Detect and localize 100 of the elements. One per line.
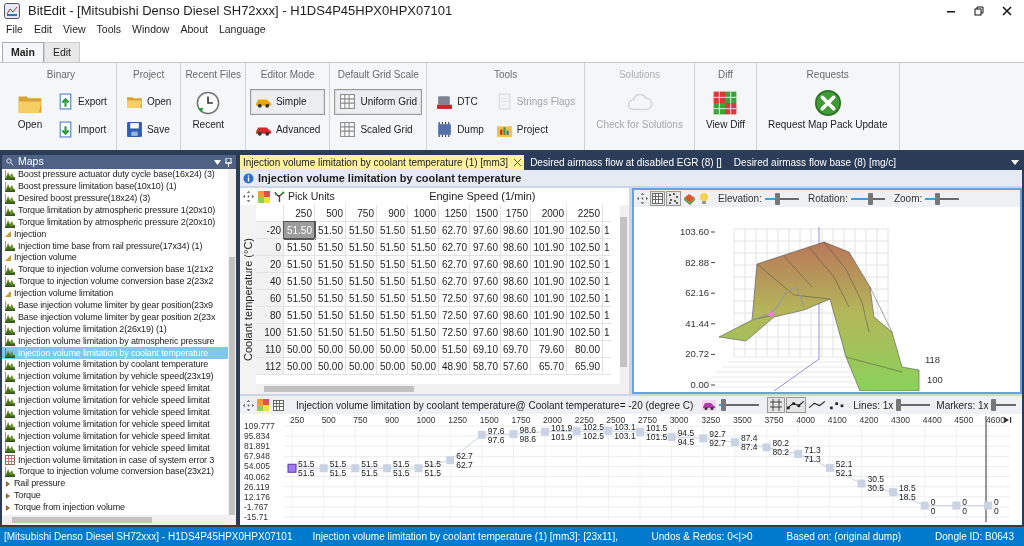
menu-item[interactable]: Language [218,22,266,38]
table-cell[interactable]: 51.50 [315,273,346,290]
ribbon-button[interactable]: Project [490,116,581,143]
table-cell[interactable]: 51.50 [346,239,377,256]
triangle-icon[interactable] [5,255,11,262]
tree-item[interactable]: Torque to injection volume conversion base 2(23x2 [2,276,228,288]
tree-item[interactable]: Injection volume limitation by vehicle speed(23x19) [2,371,228,384]
table-cell[interactable]: 51.50 [408,307,439,324]
triangle-icon[interactable] [5,231,11,238]
table-cell[interactable]: 65.70 [531,358,567,375]
menu-item[interactable]: About [180,22,208,38]
table-cell[interactable]: 50.00 [346,341,377,358]
table-cell[interactable]: 102.50 [567,324,603,341]
line-markers-icon[interactable] [787,398,806,412]
ribbon-button[interactable]: Export [52,88,112,115]
table-cell[interactable]: 101.90 [531,256,567,273]
table-cell[interactable]: 97.60 [470,222,501,239]
table-cell[interactable]: 51.50 [346,324,377,341]
table-cell[interactable]: 102.50 [567,239,603,256]
table-cell[interactable]: 50.00 [408,341,439,358]
tree-item[interactable]: Base injection volume limiter by gear position(23x9 [2,299,228,312]
table-cell[interactable]: 51.50 [315,222,346,239]
table-cell[interactable]: 51.50 [377,324,408,341]
table-cell[interactable]: 51.50 [377,239,408,256]
close-icon[interactable] [514,159,522,166]
tree-item[interactable]: Injection volume [2,252,228,265]
table-cell[interactable]: 97.60 [470,290,501,307]
tree-item[interactable]: Torque limitation by atmospheric pressure 1(20x10) [2,204,228,217]
table-cell[interactable]: 51.50 [284,256,315,273]
move-icon[interactable] [243,399,254,411]
table-cell[interactable]: 48.90 [439,358,470,375]
table-cell[interactable]: 98.60 [501,239,531,256]
table-cell[interactable]: 51.50 [377,222,408,239]
triangle-icon[interactable] [5,481,11,488]
table-cell[interactable]: 97.60 [470,239,501,256]
horizontal-scrollbar[interactable] [2,515,236,525]
table-cell[interactable]: 98.60 [501,324,531,341]
menu-item[interactable]: Window [132,22,170,38]
slider-thumb[interactable] [774,192,780,205]
table-cell[interactable]: 51.50 [284,307,315,324]
tree-item[interactable]: Torque to injection volume conversion base 1(21x2 [2,264,228,276]
vertical-scrollbar[interactable] [620,205,629,394]
tree-item[interactable]: Torque from injection volume [2,501,228,514]
vertical-scrollbar[interactable] [228,169,236,515]
ribbon-tab[interactable]: Edit [43,42,80,62]
tree-item[interactable]: Injection time base from rail pressure(17x34) (1) [2,240,228,253]
tree-item[interactable]: Torque limitation by atmospheric pressure 2(20x10) [2,216,228,229]
tree-item[interactable]: Injection volume limitation by atmospheric pressure [2,335,228,348]
grid-icon[interactable] [651,192,664,205]
tree-item[interactable]: Injection volume limitation in case of system error 3 [2,454,228,467]
table-cell[interactable]: 98.60 [501,273,531,290]
table-cell[interactable]: 102.50 [567,256,603,273]
grid-icon[interactable] [272,398,285,412]
table-cell[interactable]: 80.00 [567,341,603,358]
ribbon-button[interactable]: Recent [185,81,232,150]
tree-item[interactable]: Injection [2,228,228,241]
ribbon-button[interactable]: Simple [249,88,326,115]
tree-item[interactable]: Injection volume limitation for vehicle speed limitat [2,406,228,419]
table-cell[interactable]: 65.90 [567,358,603,375]
table-cell[interactable]: 51.50 [315,239,346,256]
table-cell[interactable]: 50.00 [408,358,439,375]
tree-item[interactable]: Injection volume limitation by coolant temperature [2,359,228,372]
table-cell[interactable]: 50.00 [377,358,408,375]
menu-item[interactable]: View [63,22,86,38]
table-cell[interactable]: 102.50 [567,273,603,290]
car-icon[interactable] [702,399,717,411]
table-cell[interactable]: 62.70 [439,256,470,273]
slider-thumb[interactable] [990,399,996,411]
table-cell[interactable]: 51.50 [346,222,377,239]
table-cell[interactable]: 1 [603,256,611,273]
tree-item[interactable]: Torque [2,490,228,502]
table-cell[interactable]: 51.50 [284,324,315,341]
pick-units-button[interactable]: Pick Units [274,188,335,205]
tree-item[interactable]: Injection volume limitation for vehicle speed limitat [2,442,228,455]
table-cell[interactable]: 51.50 [346,273,377,290]
table-cell[interactable]: 51.50 [408,273,439,290]
move-icon[interactable] [637,193,648,204]
tree-item[interactable]: Base injection volume limiter by gear position 2(23x [2,311,228,324]
slider[interactable] [850,192,885,205]
slider[interactable] [991,399,1016,411]
dropdown-icon[interactable] [1011,159,1019,166]
table-cell[interactable]: 102.50 [567,290,603,307]
table-cell[interactable]: 51.50 [315,256,346,273]
table-cell[interactable]: 79.60 [531,341,567,358]
table-cell[interactable]: 98.60 [501,307,531,324]
table-cell[interactable]: 51.50 [408,290,439,307]
triangle-icon[interactable] [5,290,11,297]
table-cell[interactable]: 51.50 [377,307,408,324]
triangle-icon[interactable] [5,493,11,499]
ribbon-button[interactable]: DTC [431,88,489,115]
triangle-icon[interactable] [5,504,11,511]
slider[interactable] [896,399,931,411]
table-cell[interactable]: 58.70 [470,358,501,375]
slider[interactable] [764,192,799,205]
table-cell[interactable]: 97.60 [470,307,501,324]
table-cell[interactable]: 97.60 [470,256,501,273]
ribbon-tab[interactable]: Main [2,42,44,62]
table-cell[interactable]: 69.10 [470,341,501,358]
table-cell[interactable]: 62.70 [439,239,470,256]
table-cell[interactable]: 1 [603,290,611,307]
